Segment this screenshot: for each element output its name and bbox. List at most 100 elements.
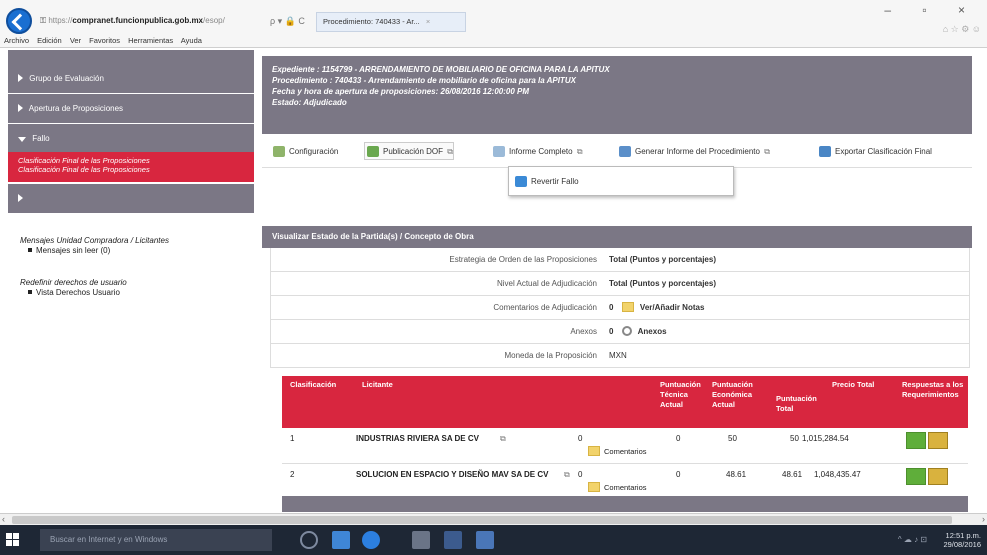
- clock-time: 12:51 p.m.: [945, 531, 981, 540]
- address-bar[interactable]: ⚿ https://compranet.funcionpublica.gob.m…: [40, 12, 265, 30]
- pinned-app-icon[interactable]: [412, 531, 430, 549]
- comments-count: 0: [609, 303, 614, 312]
- detail-row-comentarios: Comentarios de Adjudicación 0 Ver/Añadir…: [270, 296, 970, 320]
- menu-archivo[interactable]: Archivo: [4, 36, 29, 45]
- anexos-link[interactable]: Anexos: [638, 327, 667, 336]
- reply-requirements-button[interactable]: [906, 468, 926, 485]
- scroll-thumb[interactable]: [12, 516, 952, 524]
- export-icon: [819, 146, 831, 157]
- reply-documents-button[interactable]: [928, 468, 948, 485]
- col-clasificacion[interactable]: Clasificación: [290, 380, 336, 390]
- tab-close-icon[interactable]: ×: [426, 17, 430, 26]
- rights-title: Redefinir derechos de usuario: [20, 278, 127, 287]
- row-comments-label: Comentarios: [604, 483, 647, 492]
- menu-bar: Archivo Edición Ver Favoritos Herramient…: [4, 36, 208, 48]
- sidebar-item-label: Fallo: [32, 134, 50, 143]
- folder-icon: [621, 302, 634, 312]
- menu-favoritos[interactable]: Favoritos: [89, 36, 120, 45]
- address-prefix: https://: [48, 16, 73, 25]
- browser-tab[interactable]: Procedimiento: 740433 - Ar... ×: [316, 12, 466, 32]
- generate-report-icon: [619, 146, 631, 157]
- detail-value-group: 0 Ver/Añadir Notas: [609, 296, 704, 320]
- col-respuestas[interactable]: Respuestas a los Requerimientos: [902, 380, 963, 400]
- system-tray-icons[interactable]: ^ ☁ ♪ ⊡: [898, 535, 927, 544]
- browser-chrome: ⚿ https://compranet.funcionpublica.gob.m…: [0, 0, 987, 48]
- window-controls[interactable]: – ▫ ×: [884, 3, 979, 17]
- col-puntuacion-economica-l2: Económica: [712, 390, 753, 399]
- sidebar-item-collapsed[interactable]: [8, 184, 254, 214]
- back-arrow-icon[interactable]: [6, 8, 32, 34]
- task-view-icon[interactable]: [300, 531, 318, 549]
- generar-informe-button[interactable]: Generar Informe del Procedimiento ⧉: [616, 142, 771, 160]
- menu-herramientas[interactable]: Herramientas: [128, 36, 173, 45]
- sidebar-item-apertura[interactable]: Apertura de Proposiciones: [8, 94, 254, 124]
- revertir-fallo-menu-item[interactable]: Revertir Fallo: [508, 166, 734, 196]
- configuracion-label: Configuración: [289, 147, 339, 156]
- sidebar-item-fallo[interactable]: Fallo: [8, 124, 254, 154]
- col-licitante[interactable]: Licitante: [362, 380, 393, 390]
- exportar-clasificacion-button[interactable]: Exportar Clasificación Final: [816, 142, 933, 160]
- windows-start-icon[interactable]: [6, 533, 20, 547]
- ie-browser-icon[interactable]: [362, 531, 380, 549]
- rights-section: Redefinir derechos de usuario Vista Dere…: [20, 278, 127, 298]
- external-link-icon[interactable]: ⧉: [500, 434, 506, 444]
- col-puntuacion-tecnica-l3: Actual: [660, 400, 683, 409]
- folder-icon: [588, 446, 600, 456]
- folder-icon: [588, 482, 600, 492]
- address-actions[interactable]: ρ ▾ 🔒 C: [270, 16, 305, 27]
- col-puntuacion-tecnica[interactable]: Puntuación Técnica Actual: [660, 380, 701, 410]
- pinned-app-icon[interactable]: [444, 531, 462, 549]
- col-puntuacion-total-l1: Puntuación: [776, 394, 817, 403]
- scroll-right-icon[interactable]: ›: [982, 514, 985, 524]
- row-comments-link[interactable]: Comentarios: [582, 482, 647, 492]
- bullet-icon: [28, 248, 32, 252]
- procedimiento-line: Procedimiento : 740433 - Arrendamiento d…: [272, 76, 576, 85]
- pinned-app-icon[interactable]: [476, 531, 494, 549]
- revert-icon: [515, 176, 527, 187]
- expediente-line: Expediente : 1154799 - ARRENDAMIENTO DE …: [272, 65, 610, 74]
- row-comments-count: 0: [578, 470, 583, 479]
- scroll-left-icon[interactable]: ‹: [2, 514, 5, 524]
- external-link-icon[interactable]: ⧉: [564, 470, 570, 480]
- ver-anadir-notas-link[interactable]: Ver/Añadir Notas: [640, 303, 704, 312]
- rights-view-link[interactable]: Vista Derechos Usuario: [20, 288, 127, 298]
- sidebar-active-label: Clasificación Final de las Proposiciones: [18, 156, 150, 165]
- menu-edicion[interactable]: Edición: [37, 36, 62, 45]
- col-puntuacion-total[interactable]: Puntuación Total: [776, 394, 817, 414]
- clock[interactable]: 12:51 p.m. 29/08/2016: [943, 531, 981, 549]
- messages-unread-label: Mensajes sin leer (0): [36, 246, 111, 255]
- messages-unread-link[interactable]: Mensajes sin leer (0): [20, 246, 169, 256]
- sidebar-item-clasificacion-final[interactable]: Clasificación Final de las Proposiciones…: [8, 152, 254, 182]
- messages-section: Mensajes Unidad Compradora / Licitantes …: [20, 236, 169, 256]
- toolbar-icons[interactable]: ⌂ ☆ ⚙ ☺: [943, 24, 981, 35]
- col-puntuacion-tecnica-l1: Puntuación: [660, 380, 701, 389]
- menu-ayuda[interactable]: Ayuda: [181, 36, 202, 45]
- detail-value: Total (Puntos y porcentajes): [609, 255, 716, 264]
- bids-table-header: Clasificación Licitante Puntuación Técni…: [282, 376, 968, 428]
- row-comments-link[interactable]: Comentarios: [582, 446, 647, 456]
- detail-panel: Estrategia de Orden de las Proposiciones…: [270, 248, 970, 368]
- detail-value: MXN: [609, 351, 627, 360]
- sidebar-item-label: Apertura de Proposiciones: [28, 104, 124, 113]
- row-precio: 1,048,435.47: [814, 470, 861, 479]
- anexos-count: 0: [609, 327, 614, 336]
- publicacion-dof-button[interactable]: Publicación DOF ⧉: [364, 142, 454, 160]
- row-precio: 1,015,284.54: [802, 434, 849, 443]
- reply-documents-button[interactable]: [928, 432, 948, 449]
- informe-completo-button[interactable]: Informe Completo ⧉: [490, 142, 584, 160]
- detail-panel-title: Visualizar Estado de la Partida(s) / Con…: [262, 226, 972, 248]
- configuracion-button[interactable]: Configuración: [270, 142, 339, 160]
- sidebar-item-grupo-evaluacion[interactable]: Grupo de Evaluación: [8, 64, 254, 94]
- col-puntuacion-economica-l1: Puntuación: [712, 380, 753, 389]
- store-icon[interactable]: [332, 531, 350, 549]
- address-host: compranet.funcionpublica.gob.mx: [72, 16, 204, 25]
- fecha-line: Fecha y hora de apertura de proposicione…: [272, 87, 529, 96]
- detail-value-group: 0 Anexos: [609, 320, 667, 344]
- col-puntuacion-economica[interactable]: Puntuación Económica Actual: [712, 380, 753, 410]
- col-precio-total[interactable]: Precio Total: [832, 380, 874, 390]
- reply-requirements-button[interactable]: [906, 432, 926, 449]
- horizontal-scrollbar[interactable]: ‹ ›: [0, 513, 987, 525]
- menu-ver[interactable]: Ver: [70, 36, 81, 45]
- taskbar-search-input[interactable]: Buscar en Internet y en Windows: [40, 529, 272, 551]
- windows-taskbar: Buscar en Internet y en Windows ^ ☁ ♪ ⊡ …: [0, 525, 987, 555]
